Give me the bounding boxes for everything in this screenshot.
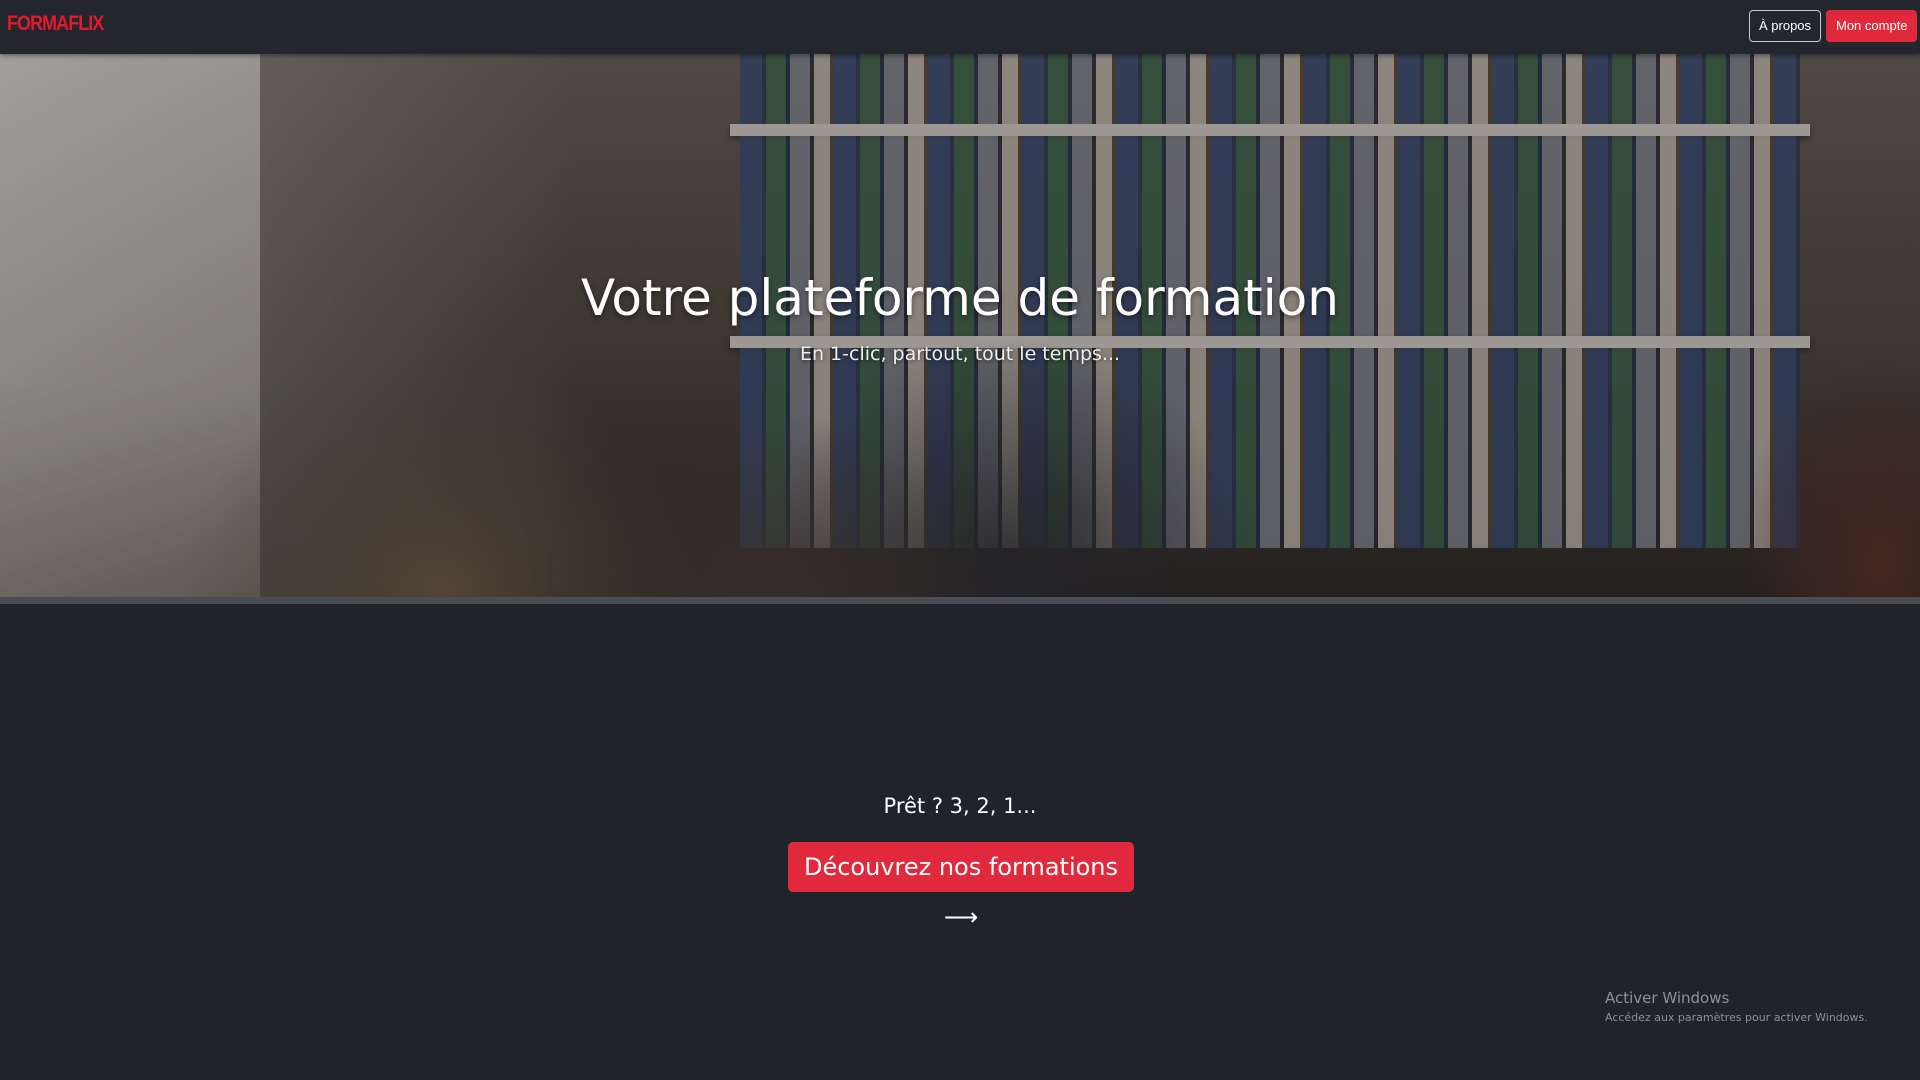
my-account-button[interactable]: Mon compte	[1826, 10, 1917, 42]
windows-activation-watermark: Activer Windows Accédez aux paramètres p…	[1605, 989, 1868, 1024]
watermark-subtitle: Accédez aux paramètres pour activer Wind…	[1605, 1011, 1868, 1024]
discover-courses-button[interactable]: Découvrez nos formations ⟶	[788, 842, 1134, 931]
ready-text: Prêt ? 3, 2, 1...	[883, 794, 1037, 818]
about-button[interactable]: À propos	[1749, 10, 1822, 42]
hero-subtitle: En 1-clic, partout, tout le temps...	[799, 343, 1121, 365]
hero-title: Votre plateforme de formation	[581, 269, 1339, 327]
hero-divider	[0, 597, 1920, 604]
top-navbar: FORMAFLIX À propos Mon compte	[0, 0, 1920, 54]
formaflix-logo[interactable]: FORMAFLIX	[7, 12, 104, 36]
hero-banner: Votre plateforme de formation En 1-clic,…	[0, 54, 1920, 597]
watermark-title: Activer Windows	[1605, 989, 1730, 1007]
